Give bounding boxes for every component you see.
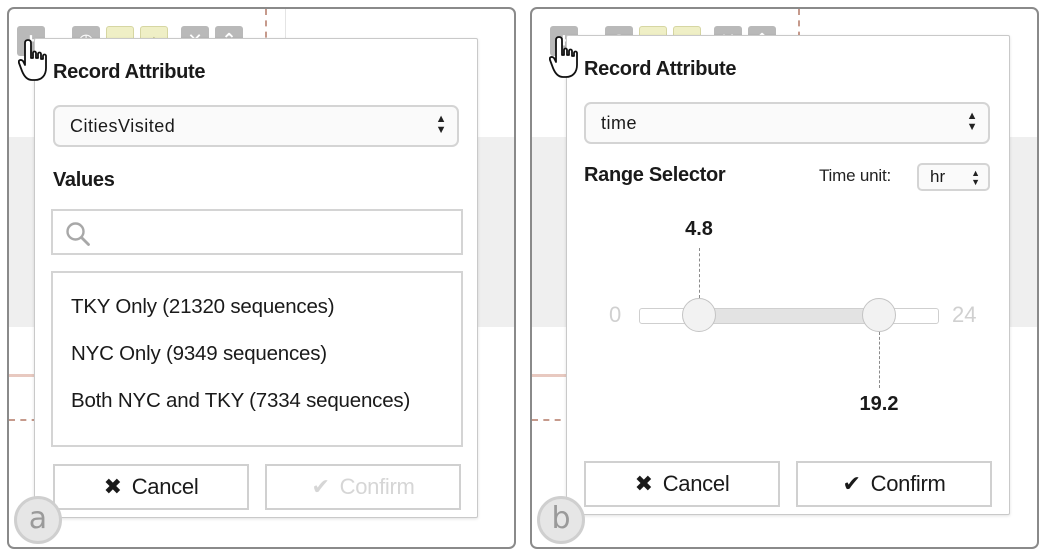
search-input[interactable] [97,217,447,247]
range-max-label: 24 [952,302,977,327]
range-slider-fill [700,309,880,323]
cancel-button[interactable]: ✖ Cancel [53,464,249,510]
list-item[interactable]: NYC Only (9349 sequences) [71,342,327,366]
panel-badge-a: a [14,496,62,544]
cancel-icon: ✖ [103,474,122,499]
low-value-label: 4.8 [685,218,713,240]
select-arrows-icon: ▲ ▼ [966,110,978,133]
time-unit-select[interactable]: hr ▲ ▼ [917,163,990,191]
values-list: TKY Only (21320 sequences) NYC Only (934… [51,271,463,447]
search-icon [66,222,90,246]
attribute-select[interactable]: time ▲ ▼ [584,102,990,144]
search-box[interactable] [51,209,463,255]
list-item[interactable]: TKY Only (21320 sequences) [71,295,335,319]
select-arrows-icon: ▲ ▼ [435,113,447,136]
confirm-button[interactable]: ✔ Confirm [796,461,992,507]
hand-pointer-icon [549,36,578,78]
high-value-label: 19.2 [859,393,899,415]
confirm-label: Confirm [870,471,946,496]
record-attribute-dialog: Record Attribute time ▲ ▼ Range Selector … [566,35,1010,515]
time-unit-label: Time unit: [819,166,892,185]
range-high-handle[interactable] [862,298,896,332]
list-item[interactable]: Both NYC and TKY (7334 sequences) [71,389,410,413]
range-selector-label: Range Selector [584,164,726,186]
high-value-leader [879,332,880,388]
select-arrows-icon: ▲ ▼ [971,168,980,187]
attribute-select-value: CitiesVisited [70,116,176,136]
attribute-select-value: time [601,113,638,133]
cancel-button[interactable]: ✖ Cancel [584,461,780,507]
cancel-label: Cancel [131,474,199,499]
cancel-label: Cancel [662,471,730,496]
dialog-title: Record Attribute [584,58,737,80]
check-icon: ✔ [311,474,330,499]
confirm-button[interactable]: ✔ Confirm [265,464,461,510]
panel-badge-b: b [537,496,585,544]
record-attribute-dialog: Record Attribute CitiesVisited ▲ ▼ Values… [34,38,478,518]
attribute-select[interactable]: CitiesVisited ▲ ▼ [53,105,459,147]
range-min-label: 0 [609,302,622,327]
time-unit-value: hr [930,167,946,186]
dialog-title: Record Attribute [53,61,206,83]
hand-pointer-icon [18,39,47,81]
check-icon: ✔ [842,471,861,496]
cancel-icon: ✖ [634,471,653,496]
values-label: Values [53,169,115,191]
confirm-label: Confirm [339,474,415,499]
range-low-handle[interactable] [682,298,716,332]
low-value-leader [699,248,700,298]
